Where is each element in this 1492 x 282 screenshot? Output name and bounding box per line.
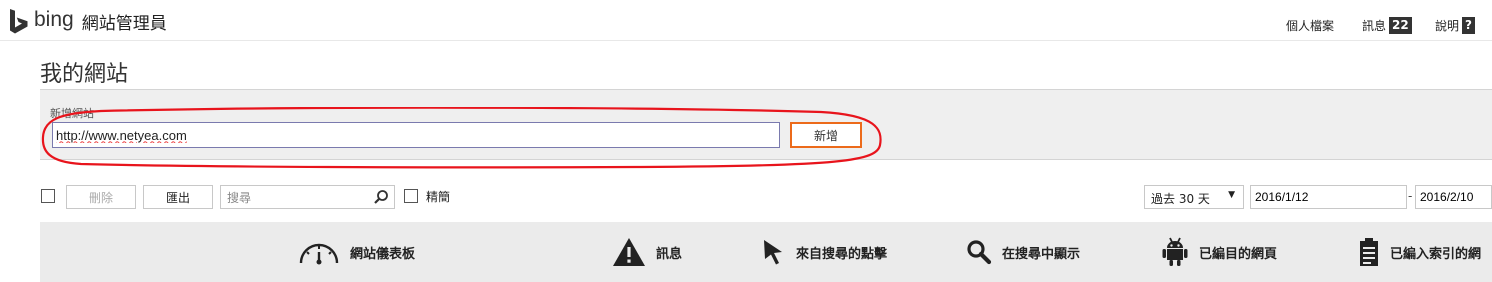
compact-label: 精簡	[426, 190, 451, 204]
product-name: 網站管理員	[81, 13, 167, 34]
messages-count-badge: 22	[1389, 17, 1412, 34]
warning-icon	[613, 238, 645, 266]
top-header: bing 網站管理員 個人檔案 訊息 22 說明 ?	[0, 0, 1492, 41]
tab-label: 網站儀表板	[350, 246, 416, 262]
period-select[interactable]: 過去 30 天 ▼	[1144, 185, 1244, 209]
profile-link[interactable]: 個人檔案	[1286, 17, 1334, 34]
chevron-down-icon: ▼	[1228, 190, 1235, 200]
red-annotation-ellipse	[41, 107, 882, 169]
delete-button[interactable]: 刪除	[66, 185, 136, 209]
tab-label: 在搜尋中顯示	[1002, 246, 1081, 262]
tab-label: 訊息	[656, 246, 683, 262]
tab-site-dashboard[interactable]: 網站儀表板	[298, 234, 415, 270]
compact-checkbox[interactable]	[404, 189, 418, 203]
date-range-separator: -	[1408, 189, 1413, 203]
metrics-tab-bar: 網站儀表板 訊息 來自搜尋的點擊 在搜尋中顯示 已編目的網頁 已編入索引的網	[40, 222, 1492, 282]
tab-pages-indexed[interactable]: 已編入索引的網	[1358, 234, 1481, 270]
search-box	[220, 185, 395, 210]
search-input[interactable]	[221, 186, 377, 210]
tab-label: 已編入索引的網	[1390, 246, 1482, 262]
cursor-icon	[764, 240, 782, 265]
date-to-input[interactable]	[1415, 185, 1492, 209]
export-button[interactable]: 匯出	[143, 185, 213, 209]
tab-label: 來自搜尋的點擊	[796, 246, 888, 262]
tab-appear-in-search[interactable]: 在搜尋中顯示	[966, 234, 1080, 270]
date-from-input[interactable]	[1250, 185, 1407, 209]
bing-logo-text: bing	[34, 8, 74, 31]
tab-pages-crawled[interactable]: 已編目的網頁	[1161, 234, 1277, 270]
document-icon	[1360, 238, 1378, 266]
robot-icon	[1162, 237, 1188, 266]
gauge-icon	[299, 243, 339, 265]
messages-link[interactable]: 訊息 22	[1362, 17, 1412, 34]
help-link-label: 說明	[1435, 19, 1460, 33]
select-all-checkbox[interactable]	[41, 189, 55, 203]
magnifier-icon	[967, 240, 992, 265]
search-icon[interactable]	[373, 189, 389, 205]
tab-clicks-from-search[interactable]: 來自搜尋的點擊	[762, 234, 887, 270]
bing-logo[interactable]: bing 網站管理員	[8, 8, 167, 34]
page-title: 我的網站	[40, 62, 129, 87]
tab-messages[interactable]: 訊息	[612, 234, 682, 270]
messages-link-label: 訊息	[1362, 19, 1387, 33]
period-select-value: 過去 30 天	[1151, 192, 1210, 206]
help-link[interactable]: 說明 ?	[1435, 17, 1476, 34]
profile-link-label: 個人檔案	[1286, 19, 1335, 33]
bing-logo-icon	[10, 9, 28, 34]
tab-label: 已編目的網頁	[1199, 246, 1278, 262]
help-question-icon: ?	[1462, 17, 1476, 34]
